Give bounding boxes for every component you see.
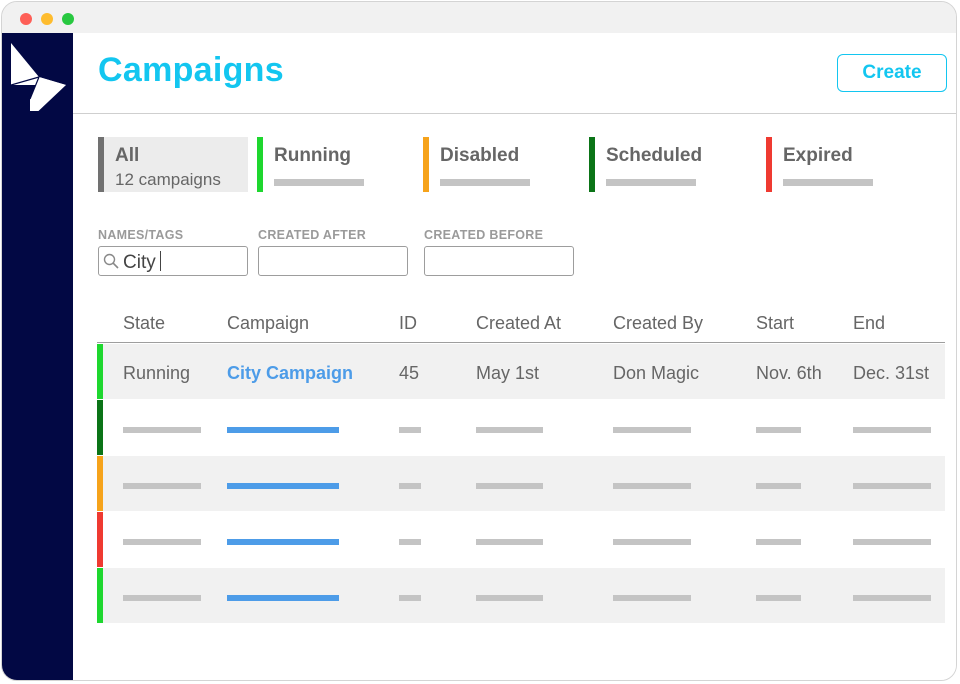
filter-tab-label: All (115, 145, 140, 166)
created-after-input[interactable] (258, 246, 408, 276)
placeholder-created-at (476, 595, 543, 601)
table-header-divider (97, 342, 945, 343)
title-bar (2, 2, 956, 33)
main-content: Campaigns Create All 12 campaigns Runnin… (73, 33, 956, 680)
state-color-bar (98, 137, 104, 192)
placeholder-start (756, 427, 801, 433)
filter-tab-all[interactable]: All 12 campaigns (98, 137, 248, 192)
created-after-label: CREATED AFTER (258, 228, 367, 242)
placeholder-state (123, 483, 201, 489)
column-header-end[interactable]: End (853, 313, 885, 334)
table-row[interactable] (97, 512, 945, 567)
placeholder-start (756, 483, 801, 489)
count-placeholder (440, 179, 530, 186)
placeholder-state (123, 427, 201, 433)
placeholder-created-at (476, 483, 543, 489)
table-row[interactable] (97, 568, 945, 623)
placeholder-campaign-link[interactable] (227, 539, 339, 545)
placeholder-id (399, 595, 421, 601)
placeholder-created-at (476, 427, 543, 433)
state-color-bar (97, 456, 103, 511)
created-before-label: CREATED BEFORE (424, 228, 544, 242)
names-tags-input[interactable]: City (98, 246, 248, 276)
placeholder-campaign-link[interactable] (227, 483, 339, 489)
created-before-input[interactable] (424, 246, 574, 276)
search-icon (103, 253, 119, 269)
state-color-bar (766, 137, 772, 192)
logo-icon[interactable] (11, 43, 67, 111)
text-caret (159, 251, 161, 271)
placeholder-state (123, 539, 201, 545)
placeholder-id (399, 539, 421, 545)
state-color-bar (97, 568, 103, 623)
placeholder-created-by (613, 483, 691, 489)
placeholder-end (853, 539, 931, 545)
filter-tab-label: Running (274, 145, 352, 166)
table-row[interactable]: Running City Campaign 45 May 1st Don Mag… (97, 344, 945, 399)
placeholder-start (756, 539, 801, 545)
app-window: Campaigns Create All 12 campaigns Runnin… (1, 1, 957, 681)
placeholder-campaign-link[interactable] (227, 427, 339, 433)
close-window-button[interactable] (20, 13, 32, 25)
state-color-bar (97, 344, 103, 399)
placeholder-id (399, 427, 421, 433)
filter-tab-scheduled[interactable]: Scheduled (589, 137, 749, 192)
minimize-window-button[interactable] (41, 13, 53, 25)
sidebar (2, 33, 73, 680)
count-placeholder (274, 179, 364, 186)
placeholder-created-at (476, 539, 543, 545)
column-header-created-by[interactable]: Created By (613, 313, 703, 334)
table-row[interactable] (97, 456, 945, 511)
count-placeholder (606, 179, 696, 186)
filter-tab-label: Disabled (440, 145, 520, 166)
campaign-count: 12 campaigns (115, 170, 221, 189)
placeholder-id (399, 483, 421, 489)
cell-end: Dec. 31st (853, 363, 930, 383)
page-title: Campaigns (98, 51, 284, 89)
filter-tab-label: Expired (783, 145, 853, 166)
placeholder-start (756, 595, 801, 601)
create-button[interactable]: Create (837, 54, 947, 92)
cell-state: Running (123, 363, 191, 383)
maximize-window-button[interactable] (62, 13, 74, 25)
placeholder-state (123, 595, 201, 601)
cell-id: 45 (399, 363, 420, 383)
placeholder-end (853, 483, 931, 489)
state-color-bar (97, 400, 103, 455)
cell-created-by: Don Magic (613, 363, 700, 383)
column-header-created-at[interactable]: Created At (476, 313, 561, 334)
count-placeholder (783, 179, 873, 186)
column-header-start[interactable]: Start (756, 313, 794, 334)
placeholder-created-by (613, 595, 691, 601)
state-color-bar (97, 512, 103, 567)
table-row[interactable] (97, 400, 945, 455)
filter-tab-disabled[interactable]: Disabled (423, 137, 573, 192)
placeholder-created-by (613, 539, 691, 545)
search-value: City (123, 251, 161, 274)
filter-tab-running[interactable]: Running (257, 137, 407, 192)
column-header-campaign[interactable]: Campaign (227, 313, 309, 334)
header-divider (73, 113, 956, 114)
column-header-id[interactable]: ID (399, 313, 417, 334)
names-tags-label: NAMES/TAGS (98, 228, 184, 242)
column-header-state[interactable]: State (123, 313, 165, 334)
filter-tab-label: Scheduled (606, 145, 703, 166)
placeholder-end (853, 595, 931, 601)
state-color-bar (589, 137, 595, 192)
filter-tab-expired[interactable]: Expired (766, 137, 916, 192)
placeholder-campaign-link[interactable] (227, 595, 339, 601)
placeholder-end (853, 427, 931, 433)
cell-start: Nov. 6th (756, 363, 822, 383)
placeholder-created-by (613, 427, 691, 433)
state-color-bar (423, 137, 429, 192)
cell-created-at: May 1st (476, 363, 540, 383)
campaign-link[interactable]: City Campaign (227, 363, 353, 384)
state-color-bar (257, 137, 263, 192)
